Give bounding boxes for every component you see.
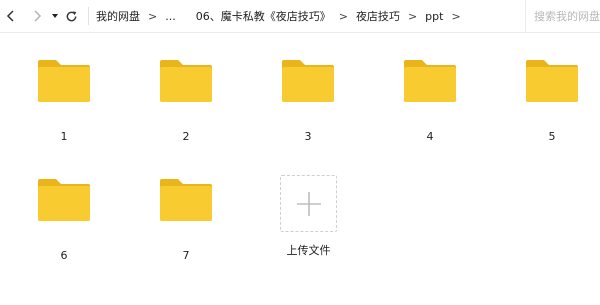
breadcrumb-item-ppt[interactable]: ppt <box>422 0 446 33</box>
folder-icon <box>280 58 336 104</box>
upload-file-button[interactable] <box>280 175 337 232</box>
refresh-button[interactable] <box>62 0 80 33</box>
folder-item[interactable]: 7 <box>141 177 231 277</box>
search-input[interactable] <box>534 10 600 23</box>
toolbar-divider <box>88 7 89 25</box>
folder-icon <box>524 58 580 104</box>
refresh-icon <box>66 10 76 21</box>
folder-item[interactable]: 1 <box>19 58 109 158</box>
breadcrumb-separator: > <box>407 9 418 23</box>
folder-item[interactable]: 2 <box>141 58 231 158</box>
folder-item[interactable]: 3 <box>263 58 353 158</box>
folder-name: 7 <box>182 249 190 262</box>
folder-grid: 1 2 3 4 5 6 7 上传文件 <box>0 33 600 305</box>
folder-icon <box>158 177 214 223</box>
caret-down-icon <box>52 14 58 18</box>
folder-name: 5 <box>548 130 556 143</box>
breadcrumb-item-course[interactable]: 06、魔卡私教《夜店技巧》 <box>193 0 334 33</box>
search-box <box>525 0 600 33</box>
file-browser: 我的网盘 > ... 06、魔卡私教《夜店技巧》 > 夜店技巧 > ppt > … <box>0 0 600 305</box>
breadcrumb-item-techniques[interactable]: 夜店技巧 <box>353 0 403 33</box>
folder-icon <box>402 58 458 104</box>
breadcrumb-item-ellipsis[interactable]: ... <box>162 0 179 33</box>
breadcrumb-separator: > <box>148 9 158 23</box>
upload-file-label: 上传文件 <box>286 244 331 257</box>
chevron-left-icon <box>6 10 14 22</box>
plus-icon <box>296 191 321 216</box>
breadcrumb: 我的网盘 > ... 06、魔卡私教《夜店技巧》 > 夜店技巧 > ppt > <box>93 0 466 33</box>
breadcrumb-separator: > <box>451 9 461 23</box>
folder-name: 4 <box>426 130 434 143</box>
folder-icon <box>36 177 92 223</box>
toolbar: 我的网盘 > ... 06、魔卡私教《夜店技巧》 > 夜店技巧 > ppt > <box>0 0 600 33</box>
folder-item[interactable]: 6 <box>19 177 109 277</box>
breadcrumb-item-root[interactable]: 我的网盘 <box>93 0 143 33</box>
folder-icon <box>158 58 214 104</box>
back-button[interactable] <box>2 0 20 33</box>
folder-icon <box>36 58 92 104</box>
folder-name: 1 <box>60 130 68 143</box>
folder-name: 3 <box>304 130 312 143</box>
folder-name: 2 <box>182 130 190 143</box>
history-dropdown-button[interactable] <box>49 0 61 33</box>
folder-item[interactable]: 5 <box>507 58 597 158</box>
forward-button[interactable] <box>28 0 46 33</box>
chevron-right-icon <box>34 10 42 22</box>
folder-item[interactable]: 4 <box>385 58 475 158</box>
folder-name: 6 <box>60 249 68 262</box>
breadcrumb-separator: > <box>338 9 348 23</box>
